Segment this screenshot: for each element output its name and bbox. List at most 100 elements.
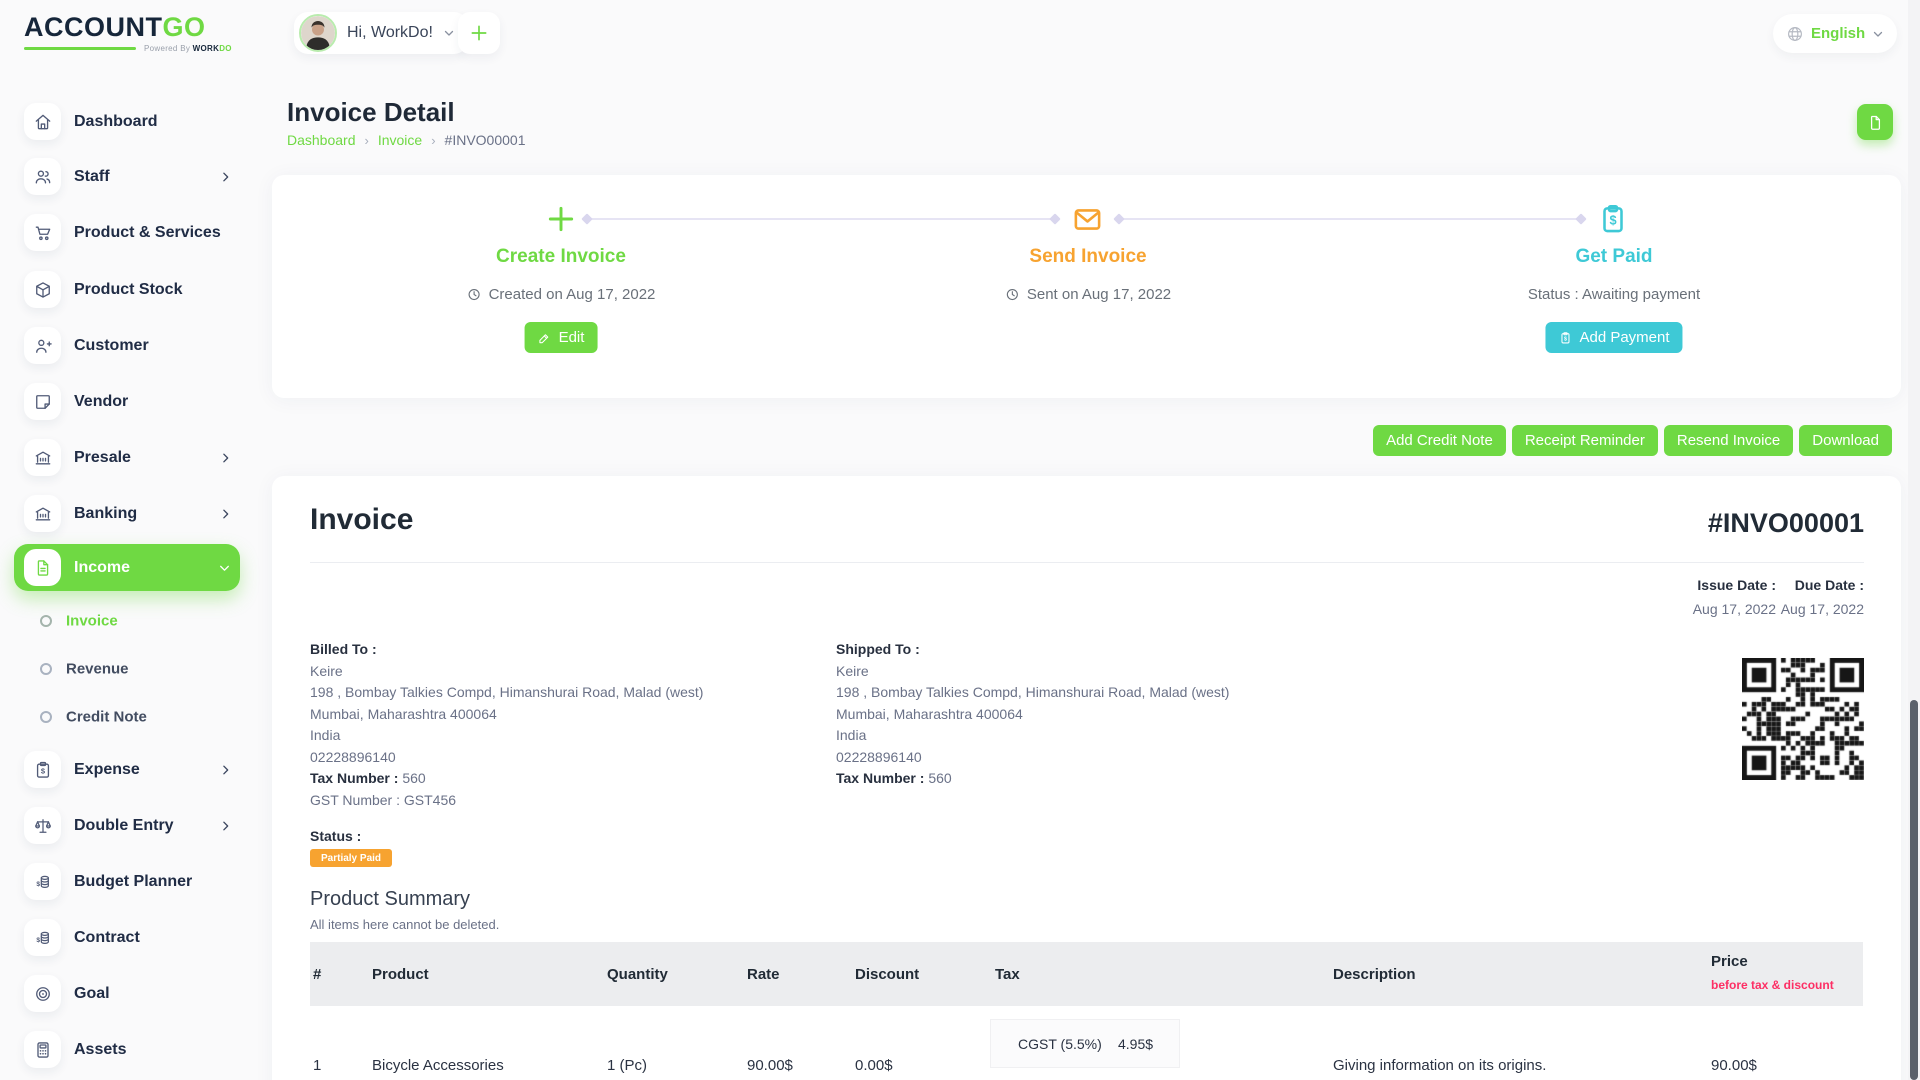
row-index: 1	[313, 1057, 321, 1074]
chevron-down-icon	[443, 27, 455, 39]
qr-code	[1742, 658, 1864, 780]
col-tax: Tax	[995, 966, 1020, 983]
sidebar-item-budget-planner[interactable]: $ Budget Planner	[0, 858, 270, 905]
sidebar-item-presale[interactable]: Presale	[0, 434, 270, 481]
sidebar-item-contract[interactable]: $ Contract	[0, 914, 270, 961]
svg-text:$: $	[36, 937, 40, 944]
sidebar-item-staff[interactable]: Staff	[0, 153, 270, 200]
col-price: Price	[1711, 953, 1748, 970]
file-icon	[1867, 114, 1884, 131]
svg-text:$: $	[40, 766, 45, 775]
clock-icon	[467, 287, 482, 302]
payment-clipboard-icon: $	[1594, 200, 1632, 238]
quick-add-button[interactable]	[458, 12, 500, 54]
sidebar-item-expense[interactable]: $ Expense	[0, 746, 270, 793]
app-logo[interactable]: ACCOUNTGO Powered By WORKDO	[24, 12, 232, 53]
step-connector	[1117, 218, 1583, 220]
calculator-icon	[24, 1031, 61, 1068]
invoice-progress-card: $ Create Invoice Send Invoice Get Paid C…	[272, 175, 1901, 398]
user-menu[interactable]: Hi, WorkDo!	[294, 12, 468, 54]
logo-tagline: Powered By WORKDO	[24, 44, 232, 53]
home-icon	[24, 103, 61, 140]
plus-icon	[469, 23, 489, 43]
sidebar-item-assets[interactable]: Assets	[0, 1026, 270, 1073]
sidebar-item-double-entry[interactable]: Double Entry	[0, 802, 270, 849]
chevron-right-icon	[219, 763, 232, 776]
clock-icon	[1005, 287, 1020, 302]
step-paid-meta: Status : Awaiting payment	[1528, 286, 1700, 303]
scrollbar-track	[1908, 0, 1920, 1080]
app-root: ACCOUNTGO Powered By WORKDO Dashboard St…	[0, 0, 1920, 1080]
issue-date: Issue Date : Aug 17, 2022	[1693, 577, 1776, 617]
sidebar-subitem-revenue[interactable]: Revenue	[0, 654, 270, 684]
add-credit-note-button[interactable]: Add Credit Note	[1373, 425, 1506, 456]
row-description: Giving information on its origins.	[1333, 1057, 1546, 1074]
plus-icon	[542, 200, 580, 238]
cart-icon	[24, 214, 61, 251]
note-icon	[24, 383, 61, 420]
col-price-note: before tax & discount	[1711, 978, 1834, 992]
resend-invoice-button[interactable]: Resend Invoice	[1664, 425, 1793, 456]
scale-icon	[24, 807, 61, 844]
sidebar-item-customer[interactable]: Customer	[0, 322, 270, 369]
svg-text:$: $	[36, 881, 40, 888]
invoice-doc-icon	[24, 549, 61, 586]
edit-invoice-button[interactable]: Edit	[525, 322, 598, 353]
language-selector[interactable]: English	[1773, 14, 1897, 53]
sidebar-item-dashboard[interactable]: Dashboard	[0, 98, 270, 145]
add-payment-button[interactable]: $ Add Payment	[1545, 322, 1682, 353]
breadcrumb: Dashboard Invoice #INVO00001	[287, 132, 526, 148]
user-greeting: Hi, WorkDo!	[347, 24, 433, 42]
page-title: Invoice Detail	[287, 97, 455, 128]
logo-text: ACCOUNTGO	[24, 12, 232, 42]
breadcrumb-separator	[431, 133, 435, 148]
sidebar-subitem-credit-note[interactable]: Credit Note	[0, 702, 270, 732]
product-summary-title: Product Summary	[310, 888, 470, 911]
sidebar-item-income[interactable]: Income	[14, 544, 240, 591]
divider	[310, 562, 1864, 563]
chevron-down-icon	[218, 561, 231, 574]
tax-subtable: CGST (5.5%) 4.95$	[990, 1019, 1180, 1068]
sidebar-item-banking[interactable]: Banking	[0, 490, 270, 537]
sidebar-item-goal[interactable]: Goal	[0, 970, 270, 1017]
scrollbar-thumb[interactable]	[1910, 700, 1918, 1080]
chevron-right-icon	[219, 170, 232, 183]
sidebar-item-product-services[interactable]: Product & Services	[0, 209, 270, 256]
step-send-title: Send Invoice	[1029, 246, 1146, 268]
target-icon	[24, 975, 61, 1012]
bullet-icon	[40, 615, 52, 627]
storefront-icon	[24, 439, 61, 476]
sidebar-item-product-stock[interactable]: Product Stock	[0, 266, 270, 313]
invoice-detail-card: Invoice #INVO00001 Issue Date : Aug 17, …	[272, 476, 1901, 1080]
sidebar: ACCOUNTGO Powered By WORKDO Dashboard St…	[0, 0, 270, 1080]
breadcrumb-dashboard[interactable]: Dashboard	[287, 132, 356, 148]
breadcrumb-invoice[interactable]: Invoice	[378, 132, 422, 148]
preview-invoice-button[interactable]	[1857, 104, 1893, 140]
invoice-actions: Add Credit Note Receipt Reminder Resend …	[272, 425, 1901, 456]
pencil-icon	[538, 331, 552, 345]
sidebar-subitem-invoice[interactable]: Invoice	[0, 606, 270, 636]
col-description: Description	[1333, 966, 1416, 983]
step-send-meta: Sent on Aug 17, 2022	[1005, 286, 1171, 303]
chevron-right-icon	[219, 507, 232, 520]
col-quantity: Quantity	[607, 966, 668, 983]
row-product: Bicycle Accessories	[372, 1057, 504, 1074]
col-index: #	[313, 966, 321, 983]
globe-icon	[1786, 25, 1804, 43]
invoice-heading: Invoice	[310, 503, 413, 537]
shipped-to-block: Shipped To : Keire 198 , Bombay Talkies …	[836, 639, 1229, 790]
sidebar-item-vendor[interactable]: Vendor	[0, 378, 270, 425]
users-icon	[24, 158, 61, 195]
invoice-number: #INVO00001	[1708, 508, 1864, 539]
user-plus-icon	[24, 327, 61, 364]
billed-to-block: Billed To : Keire 198 , Bombay Talkies C…	[310, 639, 703, 811]
download-button[interactable]: Download	[1799, 425, 1892, 456]
logo-underline	[24, 47, 136, 50]
col-discount: Discount	[855, 966, 919, 983]
due-date: Due Date : Aug 17, 2022	[1781, 577, 1864, 617]
mail-icon	[1068, 200, 1106, 238]
receipt-reminder-button[interactable]: Receipt Reminder	[1512, 425, 1658, 456]
step-connector	[585, 218, 1057, 220]
bullet-icon	[40, 711, 52, 723]
svg-text:$: $	[1609, 213, 1616, 228]
